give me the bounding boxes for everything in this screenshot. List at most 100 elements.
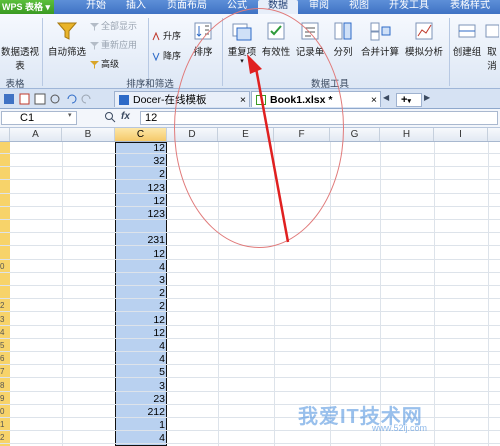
cell-c[interactable]: 1 — [115, 420, 167, 432]
sort-asc-label: 升序 — [163, 31, 182, 41]
undo-icon — [67, 94, 77, 104]
column-header-c[interactable]: C — [115, 128, 167, 141]
chevron-down-icon: ▾ — [407, 98, 411, 105]
autofilter-label: 自动筛选 — [47, 47, 86, 58]
table-row — [0, 327, 500, 339]
cell-c[interactable]: 2 — [115, 301, 167, 313]
show-all-button[interactable]: 全部显示 — [90, 20, 137, 32]
cell-c[interactable]: 4 — [115, 433, 167, 445]
sort-asc-icon — [152, 31, 161, 41]
row-number[interactable]: 3 — [0, 315, 10, 324]
cell-c[interactable]: 4 — [115, 261, 167, 274]
what-if-analysis-button[interactable]: 模拟分析 — [403, 20, 445, 58]
group-icon — [456, 20, 478, 42]
row-number[interactable]: 6 — [0, 354, 10, 363]
row-number[interactable]: 8 — [0, 381, 10, 390]
fx-icon[interactable]: fx — [121, 111, 130, 122]
menu-developer[interactable]: 开发工具 — [384, 0, 434, 14]
table-row — [0, 432, 500, 445]
what-if-icon — [413, 20, 435, 42]
menu-review[interactable]: 审阅 — [304, 0, 334, 14]
cell-c[interactable]: 5 — [115, 367, 167, 379]
cell-c[interactable]: 123 — [115, 209, 167, 221]
app-name: WPS 表格 — [2, 2, 44, 12]
menu-table-style[interactable]: 表格样式 — [442, 0, 498, 14]
cell-c[interactable] — [115, 222, 167, 234]
chevron-down-icon: ▾ — [45, 2, 51, 12]
watermark-url: www.52ij.com — [372, 423, 428, 433]
pivot-table-button[interactable]: 数据透视表 — [0, 44, 40, 72]
cell-c[interactable]: 32 — [115, 156, 167, 168]
tab-scroll-left-icon[interactable]: ◀ — [383, 93, 389, 102]
zoom-lookup-icon[interactable] — [104, 110, 116, 127]
close-icon[interactable]: × — [371, 92, 377, 108]
create-group-button[interactable]: 创建组 — [450, 20, 484, 58]
what-if-label: 模拟分析 — [404, 47, 443, 58]
cell-c[interactable]: 2 — [115, 169, 167, 181]
advanced-filter-button[interactable]: 高级 — [90, 58, 119, 70]
cell-c[interactable]: 12 — [115, 195, 167, 208]
new-tab-button[interactable]: +▾ — [396, 93, 422, 107]
cell-c[interactable]: 12 — [115, 143, 167, 155]
menu-page-layout[interactable]: 页面布局 — [162, 0, 212, 14]
menu-view[interactable]: 视图 — [344, 0, 374, 14]
print-preview-icon — [50, 94, 60, 104]
filter-clear-icon — [90, 22, 99, 32]
cell-c[interactable]: 212 — [115, 407, 167, 419]
select-all-corner[interactable] — [0, 128, 10, 141]
autofilter-button[interactable]: 自动筛选 — [46, 20, 88, 58]
table-row — [0, 261, 500, 273]
print-icon — [34, 93, 46, 105]
cell-c[interactable]: 231 — [115, 235, 167, 247]
column-header-i[interactable]: I — [434, 128, 488, 141]
cell-c[interactable]: 3 — [115, 380, 167, 393]
chevron-down-icon[interactable]: ▾ — [68, 111, 72, 119]
cell-c[interactable]: 4 — [115, 354, 167, 366]
column-header-a[interactable]: A — [10, 128, 62, 141]
ungroup-button[interactable]: 取消 — [484, 20, 500, 72]
row-number[interactable]: 0 — [0, 262, 10, 271]
row-number[interactable]: 7 — [0, 367, 10, 376]
cell-c[interactable]: 2 — [115, 288, 167, 300]
docer-icon — [119, 95, 129, 106]
cell-c[interactable]: 4 — [115, 341, 167, 353]
show-all-label: 全部显示 — [101, 21, 138, 31]
table-row — [0, 366, 500, 379]
row-number[interactable]: 2 — [0, 433, 10, 442]
menu-home[interactable]: 开始 — [80, 0, 112, 14]
name-box[interactable]: C1 — [1, 111, 77, 125]
sort-ascending-button[interactable]: 升序 — [152, 30, 181, 42]
cell-c[interactable]: 23 — [115, 393, 167, 406]
cell-c[interactable]: 12 — [115, 314, 167, 327]
menu-insert[interactable]: 插入 — [120, 0, 152, 14]
column-header-b[interactable]: B — [62, 128, 115, 141]
cell-c[interactable]: 123 — [115, 182, 167, 195]
reapply-label: 重新应用 — [101, 40, 138, 50]
app-menu-button[interactable]: WPS 表格 ▾ — [0, 0, 54, 14]
cell-c[interactable]: 12 — [115, 248, 167, 261]
ungroup-icon — [485, 20, 500, 42]
sort-descending-button[interactable]: 降序 — [152, 50, 181, 62]
ribbon-separator — [42, 18, 43, 86]
split-columns-icon — [332, 20, 354, 42]
cell-c[interactable]: 12 — [115, 327, 167, 340]
table-row — [0, 287, 500, 300]
advanced-filter-icon — [90, 60, 99, 70]
quick-access-toolbar — [4, 93, 104, 105]
text-to-columns-button[interactable]: 分列 — [329, 20, 357, 58]
annotation-arrow-icon — [247, 54, 290, 243]
row-number[interactable]: 5 — [0, 341, 10, 350]
row-number[interactable]: 1 — [0, 420, 10, 429]
reapply-button[interactable]: 重新应用 — [90, 39, 137, 51]
row-number[interactable]: 4 — [0, 328, 10, 337]
sort-desc-label: 降序 — [163, 51, 182, 61]
table-row — [0, 406, 500, 418]
row-number[interactable]: 2 — [0, 301, 10, 310]
row-number[interactable]: 0 — [0, 407, 10, 416]
row-number[interactable]: 9 — [0, 394, 10, 403]
cell-c[interactable]: 3 — [115, 275, 167, 287]
tab-scroll-right-icon[interactable]: ▶ — [424, 93, 430, 102]
consolidate-button[interactable]: 合并计算 — [359, 20, 401, 58]
column-header-h[interactable]: H — [380, 128, 434, 141]
consolidate-label: 合并计算 — [360, 47, 399, 58]
